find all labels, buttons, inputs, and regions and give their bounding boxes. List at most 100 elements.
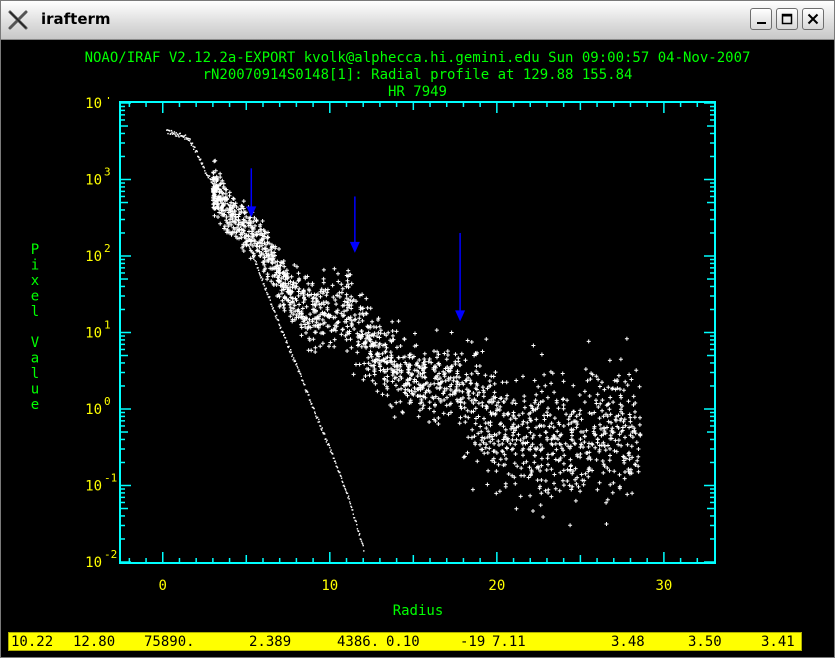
y-tick-exponent: 4 bbox=[104, 97, 111, 102]
profile-curve-point bbox=[333, 457, 335, 459]
data-point bbox=[486, 468, 491, 473]
data-point bbox=[282, 308, 287, 313]
irafterm-window: irafterm NOAO/IRAF V2.12.2a-EXPORT kvolk… bbox=[0, 0, 835, 658]
data-point bbox=[565, 479, 570, 483]
profile-curve-point bbox=[282, 331, 284, 333]
data-point bbox=[583, 367, 588, 372]
profile-curve-point bbox=[314, 412, 316, 415]
profile-curve-point bbox=[345, 489, 347, 491]
profile-curve-point bbox=[343, 486, 346, 488]
profile-curve-point bbox=[240, 225, 242, 227]
profile-curve-point bbox=[295, 363, 298, 365]
data-point bbox=[571, 383, 576, 388]
profile-curve-point bbox=[211, 181, 213, 183]
profile-curve-point bbox=[317, 421, 319, 423]
data-point bbox=[432, 381, 437, 386]
data-point bbox=[321, 280, 326, 285]
profile-curve-point bbox=[278, 323, 280, 325]
data-point bbox=[525, 420, 530, 425]
data-point bbox=[536, 384, 541, 389]
data-point bbox=[518, 494, 523, 499]
data-point bbox=[503, 484, 508, 489]
data-point bbox=[573, 466, 578, 471]
profile-curve-point bbox=[298, 370, 301, 373]
profile-curve-point bbox=[315, 415, 317, 417]
data-point bbox=[361, 377, 366, 382]
y-tick-labels: 10-210-1100101102103104 bbox=[85, 97, 117, 571]
profile-curve-point bbox=[348, 498, 350, 500]
data-point bbox=[553, 486, 558, 491]
data-point bbox=[617, 432, 622, 437]
data-point bbox=[534, 417, 539, 422]
data-point bbox=[252, 215, 257, 220]
data-point bbox=[416, 393, 421, 398]
x-logo-icon bbox=[8, 10, 28, 30]
profile-curve-point bbox=[239, 226, 242, 228]
data-point bbox=[378, 331, 383, 336]
data-point bbox=[610, 426, 615, 431]
data-point bbox=[600, 380, 604, 385]
data-point bbox=[465, 408, 470, 413]
data-point bbox=[466, 435, 471, 440]
data-point bbox=[631, 394, 636, 399]
title-bar[interactable]: irafterm bbox=[1, 1, 834, 40]
profile-curve-point bbox=[270, 303, 273, 305]
data-point bbox=[470, 427, 475, 432]
profile-curve-point bbox=[212, 184, 215, 186]
x-axis-label: Radius bbox=[393, 603, 444, 619]
profile-curve-point bbox=[294, 360, 297, 362]
data-point bbox=[573, 441, 578, 446]
data-point bbox=[496, 439, 501, 444]
status-bar: 10.22 12.80 75890. 2.389 4386. 0.10 -19 … bbox=[8, 632, 802, 651]
close-button[interactable] bbox=[802, 8, 824, 30]
data-point bbox=[497, 489, 502, 494]
data-point bbox=[442, 351, 447, 356]
data-point bbox=[492, 441, 497, 446]
data-point bbox=[513, 442, 518, 447]
minimize-button[interactable] bbox=[750, 8, 772, 30]
data-point bbox=[632, 415, 637, 420]
profile-curve-point bbox=[263, 283, 265, 285]
data-point bbox=[603, 448, 608, 453]
data-point bbox=[469, 340, 474, 344]
data-point bbox=[556, 406, 561, 411]
profile-curve-point bbox=[328, 444, 330, 447]
data-point bbox=[313, 350, 318, 354]
data-point bbox=[486, 421, 491, 426]
data-point bbox=[306, 281, 311, 286]
profile-curve-point bbox=[308, 394, 310, 396]
data-point bbox=[614, 449, 619, 454]
profile-curve-point bbox=[263, 285, 266, 287]
data-point bbox=[578, 489, 583, 494]
data-point bbox=[485, 482, 490, 487]
data-point bbox=[503, 427, 508, 432]
data-point bbox=[544, 468, 549, 472]
data-point bbox=[372, 372, 377, 377]
data-point bbox=[485, 450, 490, 455]
data-point bbox=[474, 416, 478, 421]
profile-curve-point bbox=[190, 144, 193, 146]
data-point bbox=[543, 478, 548, 483]
data-point bbox=[382, 382, 387, 386]
data-point bbox=[638, 415, 642, 420]
profile-curve-point bbox=[205, 172, 207, 174]
data-point bbox=[304, 304, 309, 309]
data-point bbox=[616, 373, 621, 378]
profile-curve-point bbox=[207, 175, 209, 177]
profile-curve-point bbox=[258, 272, 260, 274]
profile-curve-point bbox=[305, 391, 307, 393]
data-point bbox=[478, 424, 483, 429]
profile-curve-point bbox=[347, 497, 349, 499]
data-point bbox=[574, 425, 579, 430]
profile-curve-point bbox=[235, 217, 237, 220]
profile-curve-point bbox=[259, 275, 261, 277]
data-point bbox=[513, 452, 518, 456]
data-point bbox=[628, 419, 633, 424]
profile-curve-point bbox=[335, 462, 337, 464]
profile-curve-point bbox=[189, 138, 191, 140]
data-point bbox=[535, 478, 540, 483]
data-point bbox=[488, 423, 493, 428]
maximize-button[interactable] bbox=[776, 8, 798, 30]
data-point bbox=[612, 469, 617, 474]
data-point bbox=[601, 414, 606, 419]
